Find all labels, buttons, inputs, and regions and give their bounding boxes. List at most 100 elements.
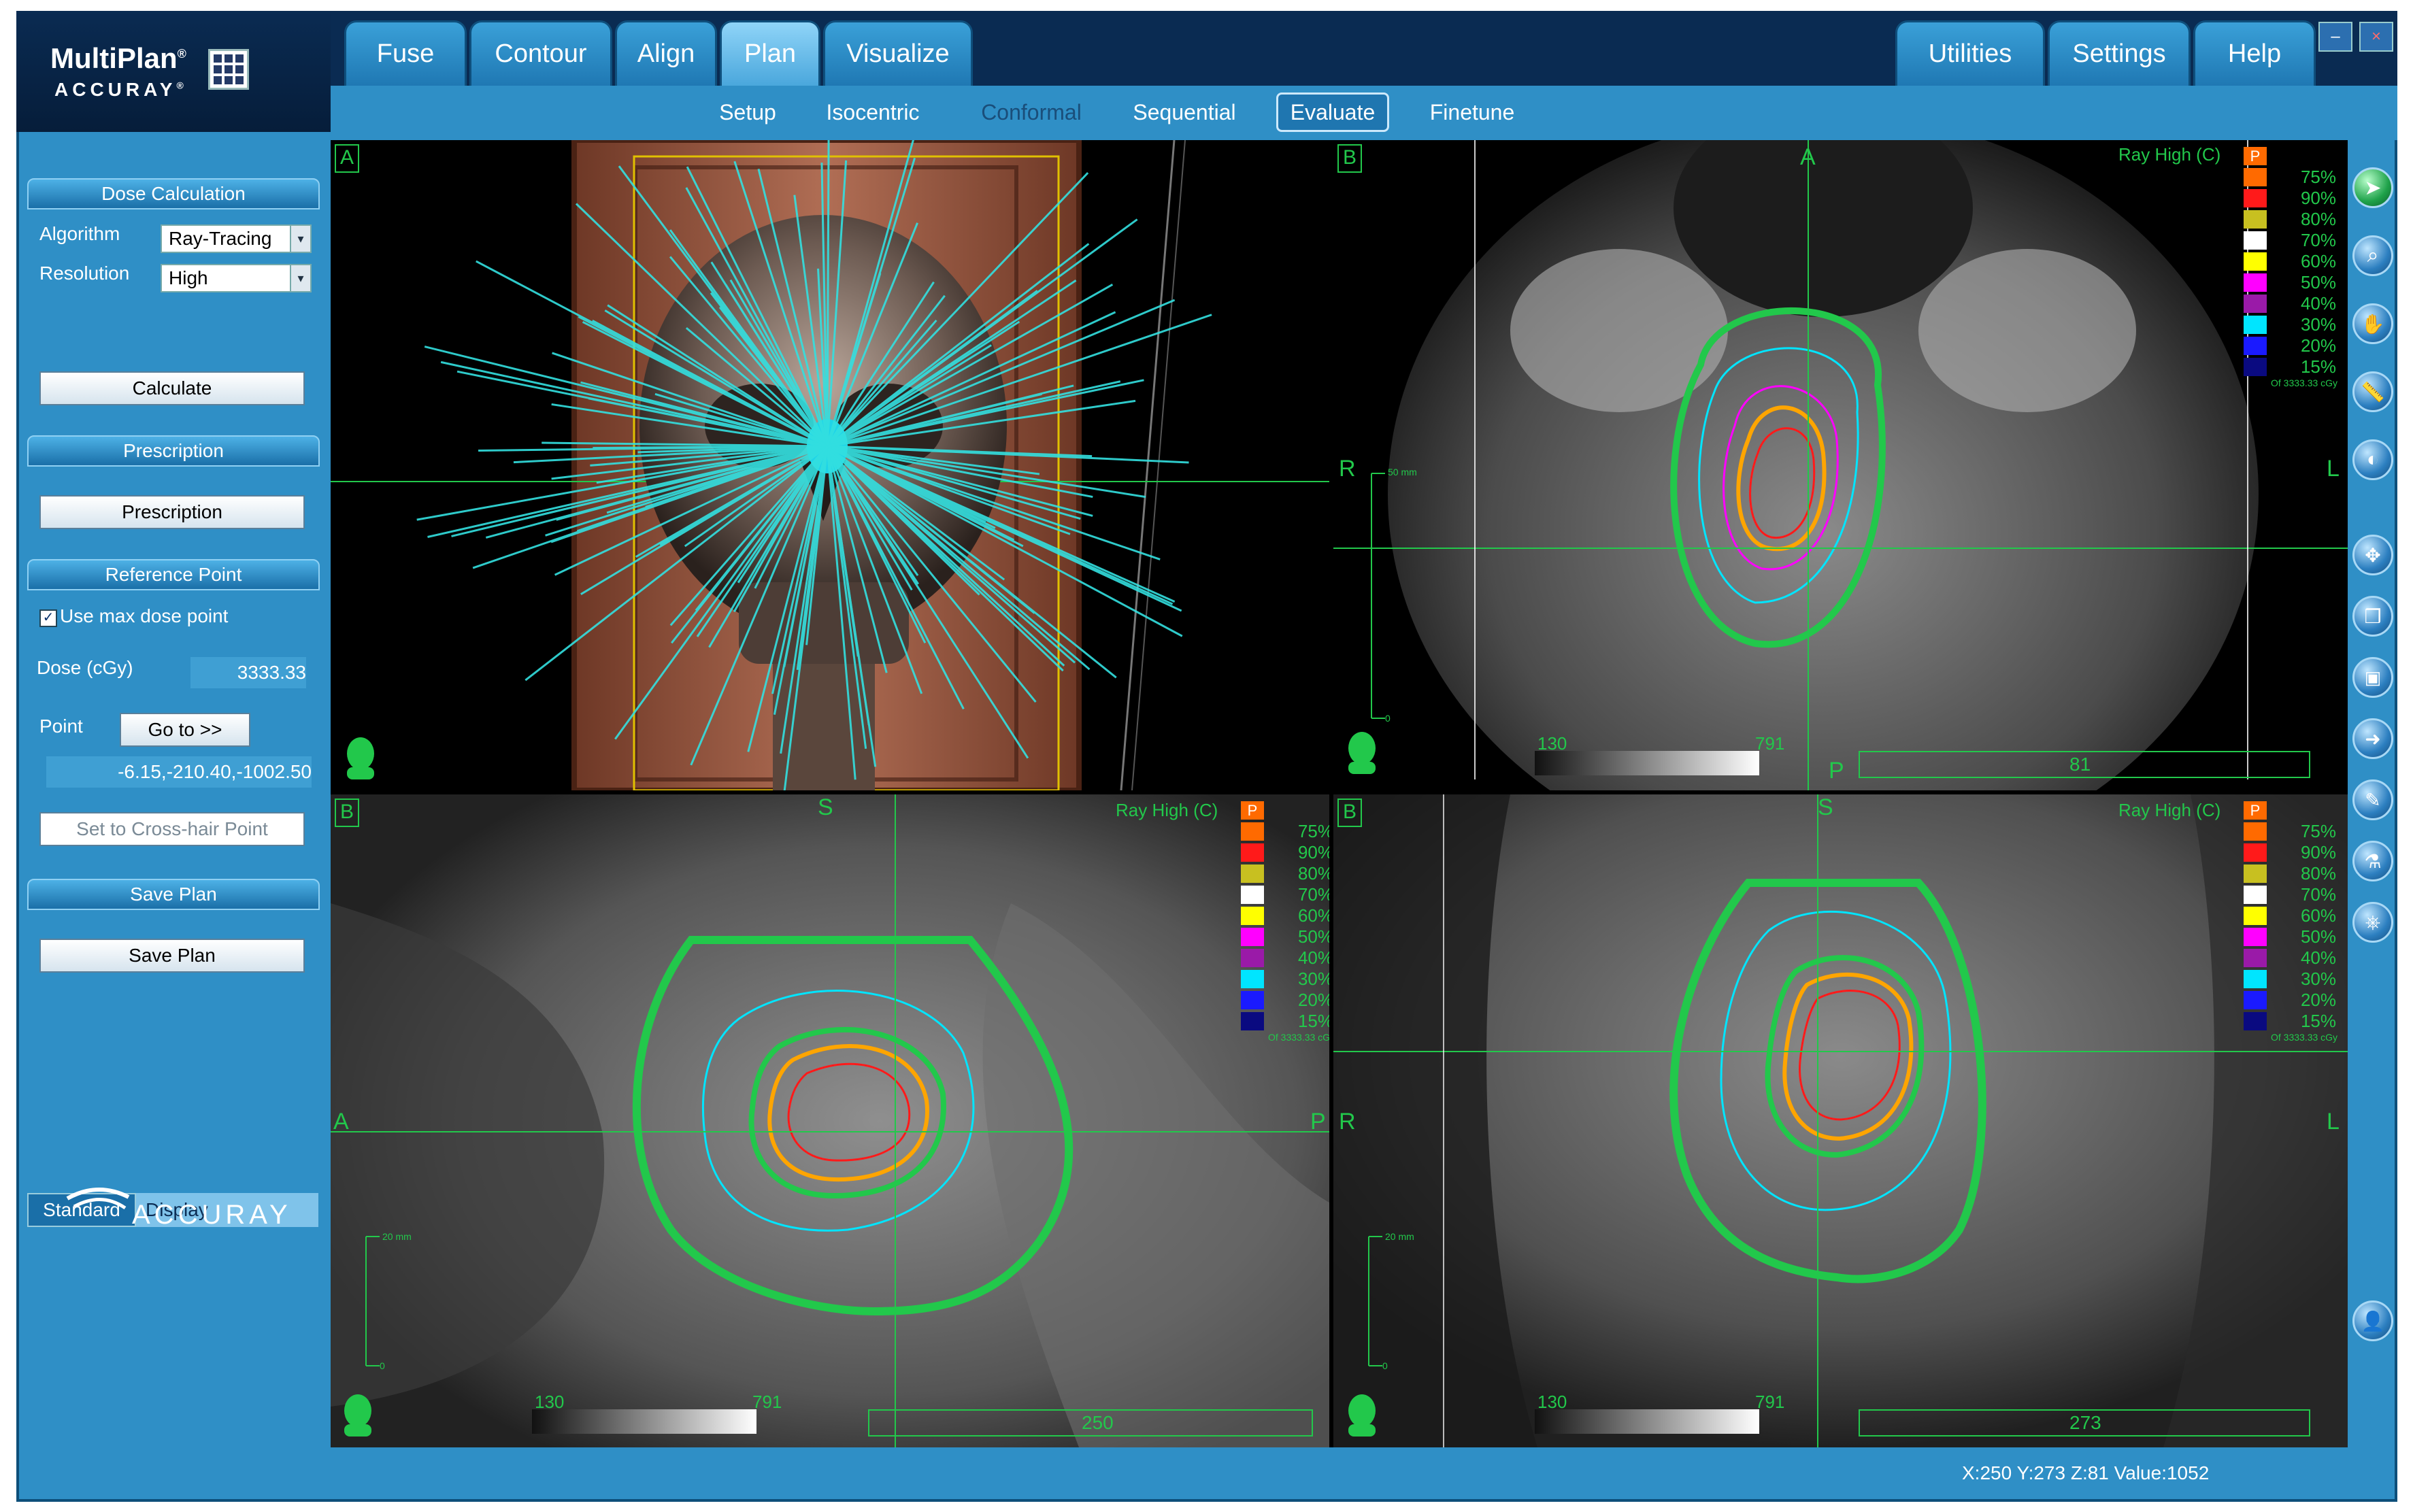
window-level-bar[interactable]	[1535, 1409, 1759, 1434]
app-subtitle: ACCURAY®	[54, 79, 188, 100]
point-label: Point	[39, 716, 83, 737]
legend-swatch	[2244, 168, 2267, 186]
scale-zero: 0	[380, 1360, 385, 1371]
fill-tool-button[interactable]: ⚗	[2352, 841, 2393, 881]
fit-view-button[interactable]: ✥	[2352, 535, 2393, 575]
wl-min: 130	[1537, 733, 1567, 754]
logo-area: MultiPlan® ACCURAY®	[16, 11, 331, 132]
legend-percent: 30%	[2300, 314, 2336, 335]
subtab-finetune[interactable]: Finetune	[1418, 93, 1527, 132]
legend-percent: 30%	[1297, 969, 1329, 989]
pan-tool-button[interactable]: ✋	[2352, 303, 2393, 344]
person-icon: 👤	[2361, 1310, 2385, 1332]
user-button[interactable]: 👤	[2352, 1300, 2393, 1341]
orientation-bottom: P	[1829, 758, 1844, 784]
legend-header: P	[2244, 146, 2339, 167]
subtab-setup[interactable]: Setup	[703, 93, 792, 132]
legend-swatch	[1241, 1012, 1264, 1030]
zoom-tool-button[interactable]: ⌕	[2352, 235, 2393, 276]
tab-help[interactable]: Help	[2193, 20, 2316, 86]
orientation-left: A	[333, 1109, 349, 1135]
legend-swatch	[1241, 907, 1264, 925]
legend-percent: 60%	[2300, 905, 2336, 926]
legend-item: 80%	[2244, 209, 2339, 230]
window-level-bar[interactable]	[1535, 751, 1759, 775]
close-button[interactable]: ×	[2359, 22, 2393, 52]
cube-view-button[interactable]: ❒	[2352, 596, 2393, 637]
window-level-bar[interactable]	[532, 1409, 756, 1434]
legend-percent: 70%	[2300, 884, 2336, 905]
subtab-evaluate[interactable]: Evaluate	[1276, 93, 1389, 132]
save-disk-icon: ▣	[2364, 667, 2382, 688]
resolution-select[interactable]: High ▾	[161, 264, 312, 292]
volume-render	[331, 140, 1329, 790]
legend-swatch	[2244, 822, 2267, 841]
go-to-button[interactable]: Go to >>	[120, 713, 250, 747]
legend-swatch	[1241, 949, 1264, 967]
dose-calculation-header: Dose Calculation	[27, 178, 320, 209]
edit-tool-button[interactable]: ✎	[2352, 779, 2393, 820]
viewport-axial[interactable]: B Ray High (C) A R L P 50 mm 0 P 75% 90% 80…	[1333, 140, 2348, 790]
wl-min: 130	[1537, 1392, 1567, 1412]
ruler-tool-button[interactable]: 📏	[2352, 371, 2393, 412]
window-level-tool-button[interactable]: ◐	[2352, 439, 2393, 480]
viewport-sagittal[interactable]: B Ray High (C) S A P 20 mm 0 P75%90%80%7…	[331, 794, 1329, 1447]
subtab-isocentric[interactable]: Isocentric	[811, 93, 935, 132]
legend-swatch	[2244, 907, 2267, 925]
sub-tabbar: Setup Isocentric Conformal Sequential Ev…	[331, 86, 2397, 140]
app-menu-icon[interactable]	[208, 49, 249, 90]
head-orientation-icon[interactable]	[337, 1393, 378, 1437]
multiplan-window: MultiPlan® ACCURAY® Fuse Contour Align P…	[16, 11, 2397, 1502]
head-orientation-icon[interactable]	[1342, 1393, 1382, 1437]
tab-visualize[interactable]: Visualize	[823, 20, 973, 86]
pointer-tool-button[interactable]: ➤	[2352, 167, 2393, 208]
legend-swatch	[2244, 949, 2267, 967]
tab-utilities[interactable]: Utilities	[1895, 20, 2045, 86]
edit-icon: ✎	[2365, 789, 2381, 811]
legend-item: 60%	[2244, 251, 2339, 272]
orientation-right: P	[1310, 1109, 1326, 1135]
legend-item: 90%	[2244, 842, 2339, 863]
viewport-3d[interactable]: A	[331, 140, 1329, 790]
main-tabbar: Fuse Contour Align Plan Visualize Utilit…	[331, 11, 2397, 86]
legend-item: 75%	[1241, 821, 1329, 842]
accuray-swoosh-icon	[66, 1188, 130, 1210]
viewport-coronal[interactable]: B Ray High (C) S R L 20 mm 0 P 75% 90% 80% 7…	[1333, 794, 2348, 1447]
save-plan-button[interactable]: Save Plan	[39, 939, 305, 973]
export-button[interactable]: ➜	[2352, 718, 2393, 759]
legend-swatch	[1241, 970, 1264, 988]
subtab-sequential[interactable]: Sequential	[1120, 93, 1249, 132]
set-crosshair-button[interactable]: Set to Cross-hair Point	[39, 812, 305, 846]
tab-plan[interactable]: Plan	[720, 20, 820, 86]
save-view-button[interactable]: ▣	[2352, 657, 2393, 698]
legend-footer: Of 3333.33 cGy	[2271, 377, 2338, 388]
status-bar: X:250 Y:273 Z:81 Value:1052	[1962, 1462, 2210, 1483]
prescription-header: Prescription	[27, 435, 320, 467]
tab-contour[interactable]: Contour	[469, 20, 612, 86]
legend-percent: 15%	[1297, 1011, 1329, 1031]
tab-settings[interactable]: Settings	[2048, 20, 2191, 86]
subtab-conformal[interactable]: Conformal	[965, 93, 1098, 132]
legend-item: 20%	[2244, 335, 2339, 356]
orientation-left: R	[1339, 456, 1356, 482]
window-level-icon: ◐	[2366, 448, 2380, 471]
tab-align[interactable]: Align	[615, 20, 717, 86]
algorithm-select[interactable]: Ray-Tracing ▾	[161, 224, 312, 253]
legend-percent: 40%	[2300, 293, 2336, 314]
legend-item: 50%	[1241, 926, 1329, 947]
head-orientation-icon[interactable]	[340, 736, 381, 779]
legend-swatch	[1241, 843, 1264, 862]
minimize-button[interactable]: –	[2318, 22, 2352, 52]
legend-swatch	[2244, 252, 2267, 271]
stamp-tool-button[interactable]: ⎈	[2352, 902, 2393, 943]
prescription-button[interactable]: Prescription	[39, 495, 305, 529]
legend-percent: 30%	[2300, 969, 2336, 989]
head-orientation-icon[interactable]	[1342, 730, 1382, 774]
calculate-button[interactable]: Calculate	[39, 371, 305, 405]
legend-swatch	[2244, 991, 2267, 1009]
legend-percent: 40%	[1297, 947, 1329, 968]
use-max-dose-checkbox[interactable]: ✓	[39, 609, 57, 627]
tab-fuse[interactable]: Fuse	[344, 20, 467, 86]
point-coordinates: -6.15,-210.40,-1002.50	[46, 756, 312, 788]
legend-percent: 75%	[1297, 821, 1329, 841]
